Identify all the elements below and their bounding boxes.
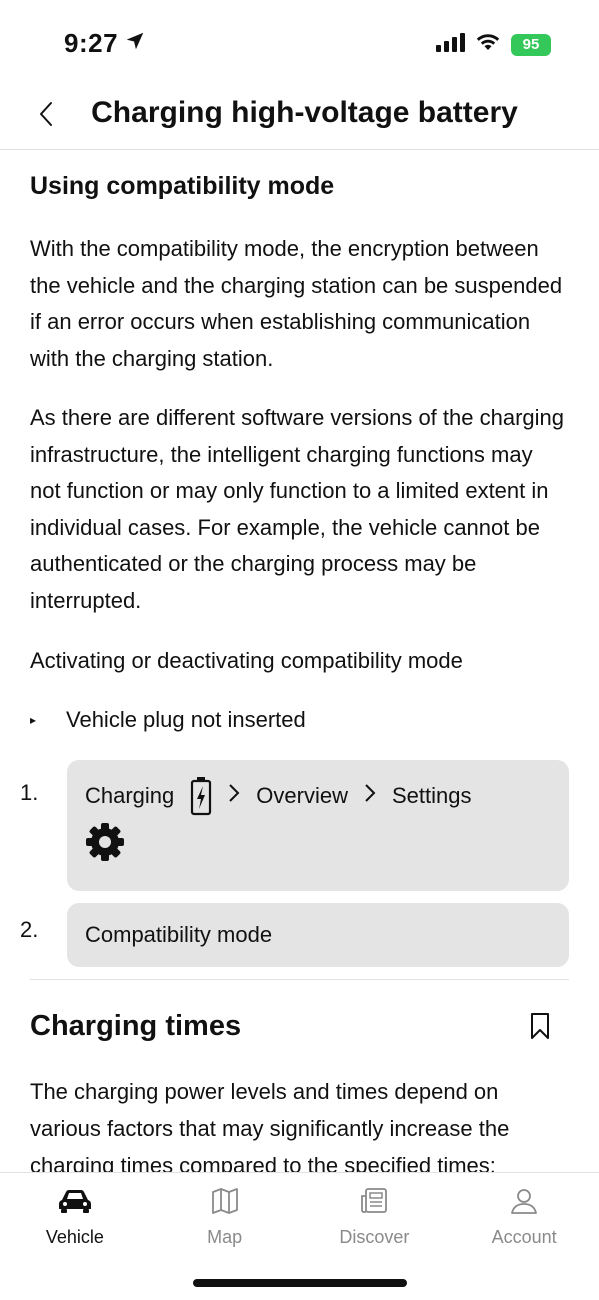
step-number: 1. [20,779,39,805]
page-header: Charging high-voltage battery [0,90,599,150]
path-charging: Charging [85,782,175,808]
location-arrow-icon [124,28,146,59]
home-indicator[interactable] [193,1279,407,1287]
step-2-box: Compatibility mode [67,902,569,967]
tab-label: Vehicle [45,1227,104,1247]
triangle-bullet-icon: ▸ [30,712,37,727]
section-title-compatibility: Using compatibility mode [30,172,335,200]
tab-list: Vehicle Map Discover Account [0,1173,599,1248]
status-indicators: 95 [435,32,551,57]
battery-indicator: 95 [511,33,551,56]
tab-discover[interactable]: Discover [300,1183,450,1248]
requirement-text: Vehicle plug not inserted [66,706,306,732]
battery-charging-icon [190,776,212,816]
bookmark-icon[interactable] [527,1011,553,1041]
tab-label: Account [491,1227,557,1247]
path-overview: Overview [256,782,348,808]
tab-vehicle[interactable]: Vehicle [0,1183,150,1248]
step-number: 2. [20,916,39,942]
paragraph-charging-times: The charging power levels and times depe… [30,1078,510,1173]
step-1: 1. Charging Overview Settings [20,759,569,891]
section-divider [30,978,569,980]
step-1-box: Charging Overview Settings [67,759,569,891]
page-title: Charging high-voltage battery [91,96,518,129]
paragraph-software-versions: As there are different software versions… [30,405,564,613]
tab-map[interactable]: Map [150,1183,300,1248]
chevron-right-icon [364,776,376,816]
path-settings: Settings [391,782,472,808]
wifi-icon [475,32,501,57]
chevron-right-icon [228,776,240,816]
content-scroll-area[interactable]: Using compatibility mode With the compat… [0,150,599,1172]
step-2: 2. Compatibility mode [20,902,569,967]
cellular-signal-icon [435,32,465,57]
step-2-text: Compatibility mode [85,921,273,947]
map-icon [210,1183,240,1219]
status-bar: 9:27 95 [0,0,599,90]
newspaper-icon [359,1183,389,1219]
status-time-wrap: 9:27 [64,28,146,59]
tab-account[interactable]: Account [449,1183,599,1248]
section-title-charging-times: Charging times [30,1009,242,1042]
gear-icon [85,822,125,875]
status-time: 9:27 [64,28,119,58]
paragraph-compatibility-intro: With the compatibility mode, the encrypt… [30,236,563,371]
tab-bar: Vehicle Map Discover Account [0,1172,599,1300]
person-icon [509,1183,539,1219]
step-1-path: Charging Overview Settings [85,776,551,816]
car-icon [58,1183,92,1219]
battery-level: 95 [522,36,540,53]
section-header-charging-times: Charging times [30,1010,569,1043]
tab-label: Map [207,1227,243,1247]
step-1-icon-row [85,822,551,875]
paragraph-activating-heading: Activating or deactivating compatibility… [30,648,463,673]
requirement-item: ▸ Vehicle plug not inserted [30,702,569,738]
tab-label: Discover [339,1227,410,1247]
